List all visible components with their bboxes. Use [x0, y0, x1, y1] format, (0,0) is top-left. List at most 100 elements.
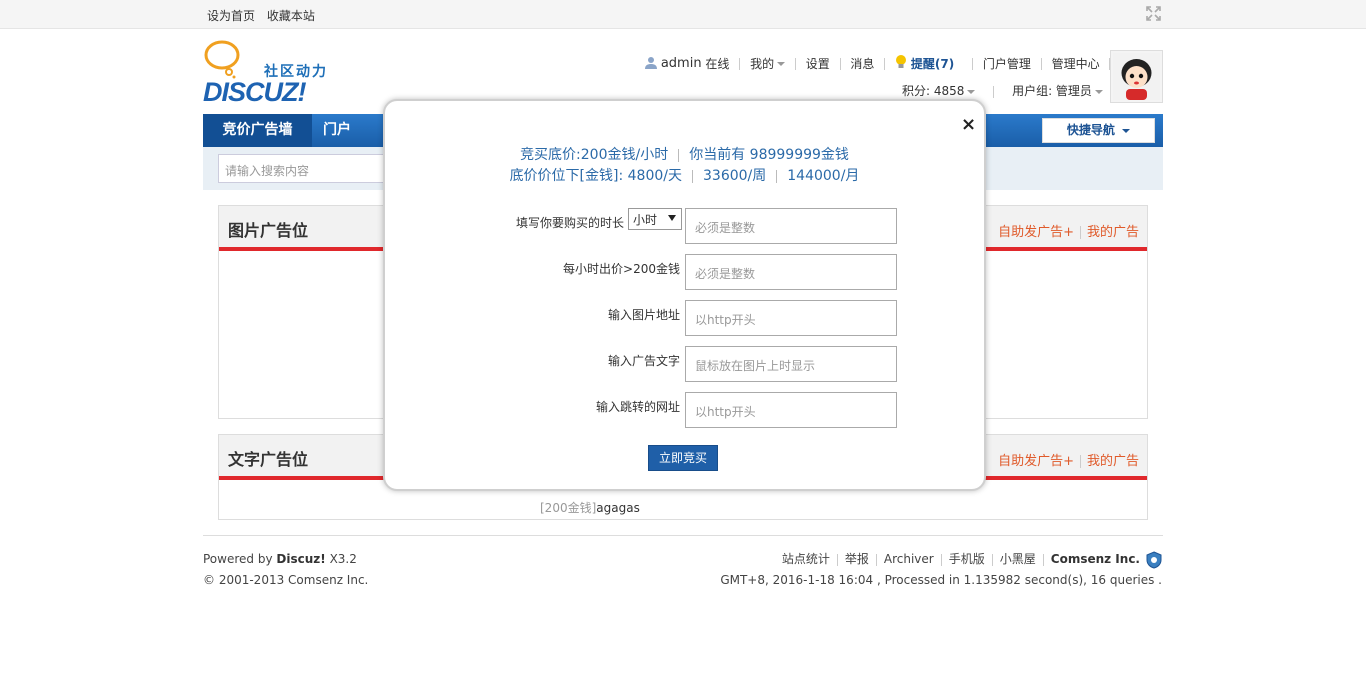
ad-text-field[interactable]: 鼠标放在图片上时显示 [685, 346, 897, 382]
divider [884, 57, 886, 70]
panel-title: 文字广告位 [228, 450, 309, 469]
unit-select[interactable]: 小时 [628, 208, 682, 230]
powered-by-text: Powered by [203, 552, 273, 566]
bid-dialog: × 竞买底价:200金钱/小时 你当前有 98999999金钱 底价价位下[金钱]… [383, 99, 986, 491]
close-icon[interactable]: × [961, 116, 976, 134]
user-info: 积分: 4858 用户组: 管理员 [902, 82, 1103, 99]
quick-nav-button[interactable]: 快捷导航 [1042, 118, 1155, 143]
footer-link-stats[interactable]: 站点统计 [782, 552, 830, 566]
avatar[interactable] [1110, 50, 1163, 103]
admin-center-link[interactable]: 管理中心 [1052, 55, 1100, 72]
divider [1040, 57, 1042, 70]
footer-link-archiver[interactable]: Archiver [884, 552, 934, 566]
points-menu[interactable]: 积分: 4858 [902, 84, 976, 98]
price-tiers: 底价价位下[金钱]: 4800/天 33600/周 144000/月 [385, 165, 984, 185]
self-ad-link[interactable]: 自助发广告+ [998, 454, 1074, 469]
field-label: 每小时出价>200金钱 [563, 262, 680, 276]
divider [839, 57, 841, 70]
duration-field[interactable]: 必须是整数 [685, 208, 897, 244]
field-label: 输入广告文字 [607, 354, 680, 368]
divider [1079, 455, 1081, 468]
avatar-image [1113, 53, 1160, 100]
mine-label: 我的 [750, 57, 775, 71]
bookmark-link[interactable]: 收藏本站 [267, 9, 315, 23]
brand-link[interactable]: Comsenz Inc. [1051, 552, 1140, 566]
top-links: 设为首页 收藏本站 [207, 7, 323, 24]
text-ad-item[interactable]: [200金钱]agagas [540, 499, 640, 516]
copyright-text: © 2001-2013 Comsenz Inc. [203, 573, 369, 587]
shield-icon[interactable] [1146, 550, 1162, 569]
price-week-text: 33600/周 [703, 168, 767, 184]
chevron-down-icon [1094, 89, 1103, 94]
field-label: 填写你要购买的时长 [515, 216, 624, 230]
chevron-down-icon [1122, 128, 1131, 133]
user-nav: admin 在线 我的 设置 消息 提醒(7) 门户管理 管理中心 退出 [645, 55, 1144, 72]
self-ad-link[interactable]: 自助发广告+ [998, 225, 1074, 240]
divider [739, 57, 741, 70]
footer-divider [203, 535, 1163, 536]
price-day-text: 底价价位下[金钱]: 4800/天 [509, 168, 682, 184]
footer-link-report[interactable]: 举报 [845, 552, 869, 566]
chevron-down-icon [967, 89, 976, 94]
current-money-text: 你当前有 98999999金钱 [689, 147, 849, 163]
footer-link-mobile[interactable]: 手机版 [949, 552, 985, 566]
chevron-down-icon [777, 61, 786, 66]
divider [940, 553, 942, 566]
product-link[interactable]: Discuz! [276, 552, 325, 566]
footer-right: 站点统计 举报 Archiver 手机版 小黑屋 Comsenz Inc. GMT+8, … [720, 549, 1162, 591]
messages-link[interactable]: 消息 [850, 55, 874, 72]
unit-select-value: 小时 [633, 213, 658, 227]
logo-bubble-icon [204, 40, 240, 79]
logo-word: DISCUZ! [203, 77, 306, 107]
bulb-icon [895, 55, 907, 72]
footer-link-blackroom[interactable]: 小黑屋 [1000, 552, 1036, 566]
stats-text: GMT+8, 2016-1-18 16:04 , Processed in 1.… [720, 573, 1162, 587]
field-label: 输入跳转的网址 [595, 400, 680, 414]
quick-nav-label: 快捷导航 [1066, 123, 1115, 137]
divider [1079, 226, 1081, 239]
top-bar: 设为首页 收藏本站 [0, 0, 1366, 29]
text-ad-price: [200金钱] [540, 501, 597, 515]
price-month-text: 144000/月 [787, 168, 860, 184]
fullscreen-icon[interactable] [1146, 6, 1161, 21]
base-price-text: 竞买底价:200金钱/小时 [520, 147, 669, 163]
panel-actions: 自助发广告+ 我的广告 [998, 221, 1139, 240]
version-text: X3.2 [329, 552, 357, 566]
divider [1042, 553, 1044, 566]
settings-link[interactable]: 设置 [806, 55, 830, 72]
mine-menu[interactable]: 我的 [750, 55, 786, 72]
site-logo[interactable]: 社区动力 DISCUZ! [203, 40, 338, 107]
points-label: 积分: 4858 [902, 84, 965, 98]
portal-admin-link[interactable]: 门户管理 [983, 55, 1031, 72]
submit-bid-button[interactable]: 立即竞买 [648, 445, 718, 471]
bid-field[interactable]: 必须是整数 [685, 254, 897, 290]
usergroup-label: 用户组: 管理员 [1012, 84, 1092, 98]
my-ads-link[interactable]: 我的广告 [1087, 225, 1139, 240]
field-label: 输入图片地址 [607, 308, 680, 322]
image-url-field[interactable]: 以http开头 [685, 300, 897, 336]
divider [991, 553, 993, 566]
divider [972, 57, 974, 70]
my-ads-link[interactable]: 我的广告 [1087, 454, 1139, 469]
usergroup-menu[interactable]: 用户组: 管理员 [1012, 84, 1103, 98]
nav-item-portal[interactable]: 门户 [323, 114, 351, 147]
divider [875, 553, 877, 566]
target-url-field[interactable]: 以http开头 [685, 392, 897, 428]
remind-link[interactable]: 提醒(7) [911, 55, 954, 72]
nav-item-ad-wall[interactable]: 竞价广告墙 [203, 114, 312, 147]
search-input[interactable]: 请输入搜索内容 [218, 154, 388, 183]
chevron-down-icon [668, 215, 676, 221]
username-link[interactable]: admin [661, 56, 702, 71]
divider [776, 169, 778, 183]
text-ad-text: agagas [596, 501, 640, 515]
panel-actions: 自助发广告+ 我的广告 [998, 450, 1139, 469]
set-home-link[interactable]: 设为首页 [207, 9, 255, 23]
user-icon [645, 56, 657, 72]
divider [836, 553, 838, 566]
divider [993, 85, 995, 98]
price-info: 竞买底价:200金钱/小时 你当前有 98999999金钱 [385, 144, 984, 164]
divider [678, 148, 680, 162]
online-status: 在线 [705, 57, 730, 71]
divider [794, 57, 796, 70]
panel-title: 图片广告位 [228, 221, 309, 240]
